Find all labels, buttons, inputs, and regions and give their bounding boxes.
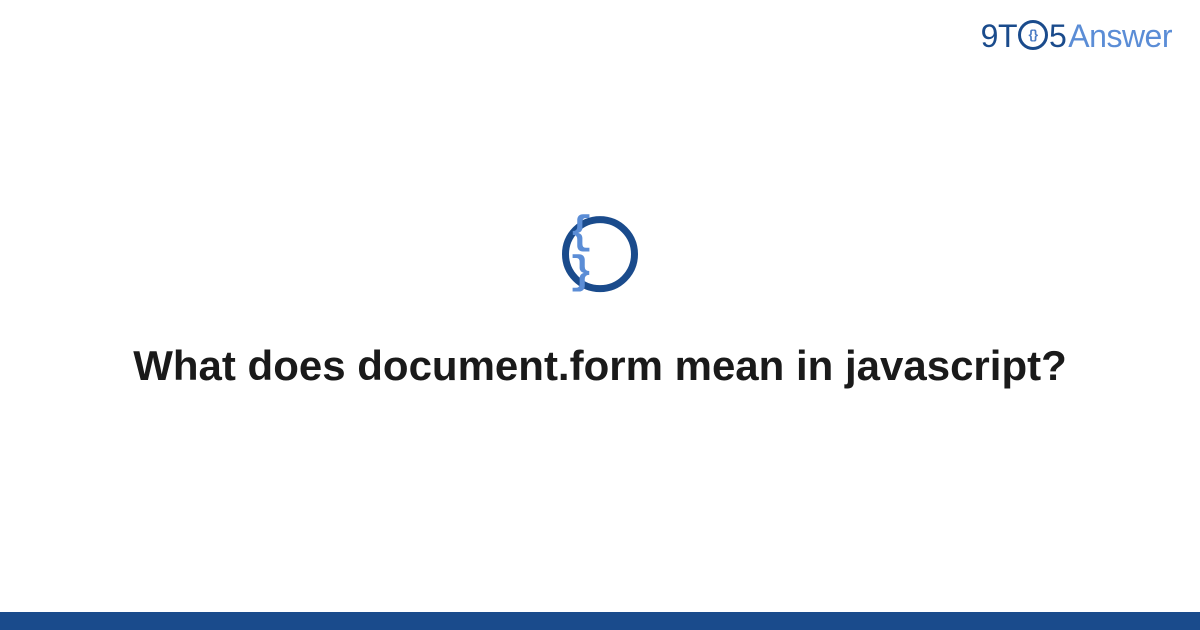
code-braces-icon: { } bbox=[569, 214, 631, 294]
bottom-accent-bar bbox=[0, 612, 1200, 630]
logo-text-9t: 9T bbox=[981, 18, 1017, 55]
logo-circle-inner: {} bbox=[1028, 28, 1037, 41]
main-content: { } What does document.form mean in java… bbox=[0, 216, 1200, 393]
logo-circle-icon: {} bbox=[1018, 20, 1048, 50]
site-logo: 9T {} 5 Answer bbox=[981, 18, 1172, 55]
logo-text-5: 5 bbox=[1049, 18, 1066, 55]
question-title: What does document.form mean in javascri… bbox=[133, 340, 1067, 393]
logo-text-answer: Answer bbox=[1068, 18, 1172, 55]
topic-icon-circle: { } bbox=[562, 216, 638, 292]
